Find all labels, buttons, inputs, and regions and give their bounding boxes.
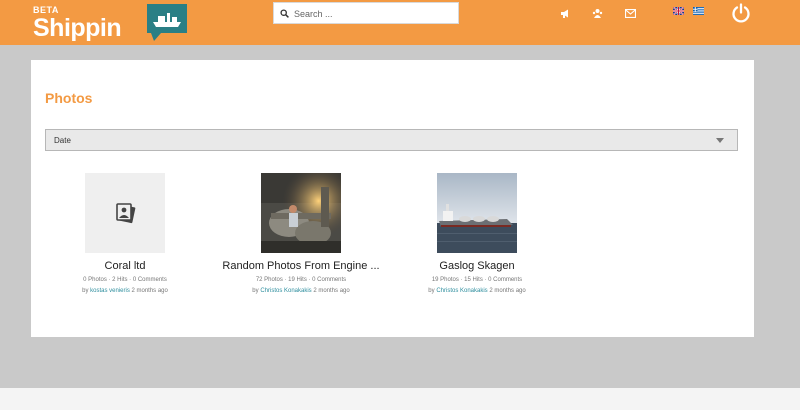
search-box[interactable] bbox=[273, 2, 459, 24]
by-prefix: by bbox=[252, 288, 259, 294]
page-title: Photos bbox=[45, 90, 93, 106]
ship-logo-icon bbox=[147, 4, 187, 41]
sort-selected-value: Date bbox=[54, 136, 71, 145]
power-icon[interactable] bbox=[731, 3, 751, 23]
album-title[interactable]: Gaslog Skagen bbox=[392, 260, 562, 272]
envelope-icon[interactable] bbox=[625, 8, 636, 19]
greek-flag-icon[interactable] bbox=[693, 7, 704, 15]
ship-at-sea-photo bbox=[437, 173, 517, 253]
chevron-down-icon bbox=[716, 138, 724, 143]
album-stats: 19 Photos · 15 Hits · 0 Comments bbox=[431, 277, 523, 283]
brand-name: Shippin bbox=[33, 14, 122, 42]
album-byline: by Christos Konakakis 2 months ago bbox=[392, 288, 562, 294]
sort-dropdown[interactable]: Date bbox=[45, 129, 738, 151]
album-byline: by Christos Konakakis 2 months ago bbox=[216, 288, 386, 294]
album-time: 2 months ago bbox=[131, 288, 168, 294]
album-time: 2 months ago bbox=[489, 288, 526, 294]
by-prefix: by bbox=[82, 288, 89, 294]
album-title[interactable]: Coral ltd bbox=[40, 260, 210, 272]
engine-room-photo bbox=[261, 173, 341, 253]
album-byline: by kostas venieris 2 months ago bbox=[40, 288, 210, 294]
search-icon bbox=[280, 9, 289, 18]
album-card[interactable]: Gaslog Skagen 19 Photos · 15 Hits · 0 Co… bbox=[392, 173, 562, 294]
album-stats: 0 Photos · 2 Hits · 0 Comments bbox=[83, 277, 167, 283]
photos-placeholder-icon bbox=[116, 203, 136, 224]
album-card[interactable]: Coral ltd 0 Photos · 2 Hits · 0 Comments… bbox=[40, 173, 210, 294]
megaphone-icon[interactable] bbox=[560, 8, 571, 19]
album-author-link[interactable]: kostas venieris bbox=[90, 288, 130, 294]
album-thumbnail[interactable] bbox=[85, 173, 165, 253]
album-author-link[interactable]: Christos Konakakis bbox=[436, 288, 487, 294]
album-thumbnail[interactable] bbox=[437, 173, 517, 253]
album-author-link[interactable]: Christos Konakakis bbox=[260, 288, 311, 294]
by-prefix: by bbox=[428, 288, 435, 294]
album-title[interactable]: Random Photos From Engine ... bbox=[216, 260, 386, 272]
uk-flag-icon[interactable] bbox=[673, 7, 684, 15]
photos-panel: Photos Date Coral ltd 0 Photos · 2 Hits … bbox=[31, 60, 754, 337]
album-thumbnail[interactable] bbox=[261, 173, 341, 253]
album-card[interactable]: Random Photos From Engine ... 72 Photos … bbox=[216, 173, 386, 294]
top-navigation-bar: BETA Shippin bbox=[0, 0, 800, 45]
crowd-icon[interactable] bbox=[592, 8, 603, 19]
search-input[interactable] bbox=[292, 5, 456, 23]
page-footer bbox=[0, 388, 800, 410]
album-stats: 72 Photos · 19 Hits · 0 Comments bbox=[255, 277, 347, 283]
album-time: 2 months ago bbox=[313, 288, 350, 294]
